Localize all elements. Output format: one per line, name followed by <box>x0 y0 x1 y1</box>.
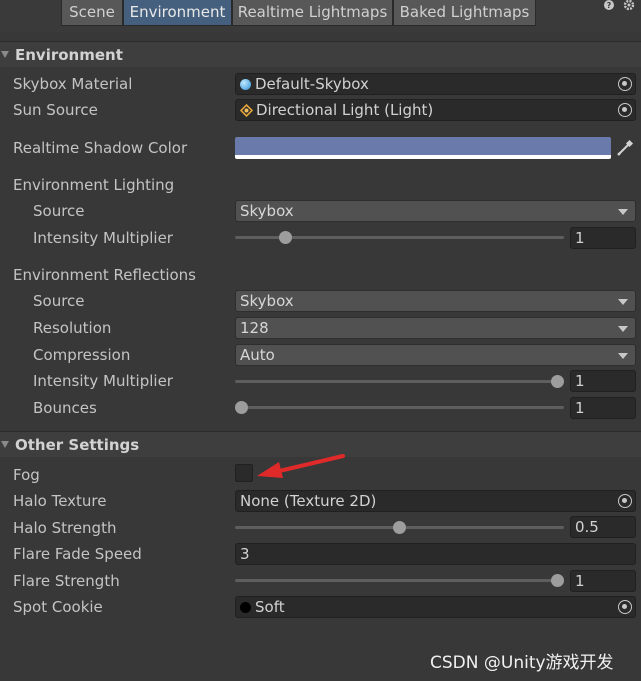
material-icon <box>240 79 251 90</box>
chevron-down-icon <box>618 353 628 359</box>
lighting-intensity-label: Intensity Multiplier <box>33 229 173 247</box>
sun-source-field[interactable]: Directional Light (Light) <box>235 99 636 121</box>
object-picker-icon[interactable] <box>618 103 632 117</box>
color-swatch[interactable] <box>235 137 611 155</box>
realtime-shadow-color-label: Realtime Shadow Color <box>13 139 188 157</box>
tab-scene[interactable]: Scene <box>61 0 123 26</box>
bounces-slider[interactable] <box>235 406 564 409</box>
chevron-down-icon <box>618 299 628 305</box>
spot-cookie-value: Soft <box>255 598 285 616</box>
fog-label: Fog <box>13 466 40 484</box>
slider-thumb[interactable] <box>551 574 564 587</box>
other-settings-header-label: Other Settings <box>15 436 140 454</box>
flare-strength-label: Flare Strength <box>13 572 120 590</box>
halo-texture-value: None (Texture 2D) <box>240 492 377 510</box>
slider-thumb[interactable] <box>393 521 406 534</box>
resolution-dropdown[interactable]: 128 <box>235 317 636 339</box>
reflection-source-value: Skybox <box>240 292 294 310</box>
lighting-source-label: Source <box>33 202 85 220</box>
help-icon[interactable]: ? <box>602 0 616 14</box>
resolution-value: 128 <box>240 319 269 337</box>
halo-strength-input[interactable]: 0.5 <box>570 516 636 538</box>
reflection-source-label: Source <box>33 292 85 310</box>
environment-lighting-label: Environment Lighting <box>13 176 175 194</box>
chevron-down-icon <box>618 326 628 332</box>
foldout-arrow-icon[interactable] <box>1 51 9 58</box>
sun-source-label: Sun Source <box>13 101 98 119</box>
reflection-intensity-label: Intensity Multiplier <box>33 372 173 390</box>
reflection-intensity-slider[interactable] <box>235 380 564 383</box>
lighting-source-dropdown[interactable]: Skybox <box>235 200 636 222</box>
compression-label: Compression <box>33 346 131 364</box>
environment-reflections-label: Environment Reflections <box>13 266 196 284</box>
bounces-label: Bounces <box>33 399 97 417</box>
skybox-material-label: Skybox Material <box>13 75 133 93</box>
window-tab-bar: Scene Environment Realtime Lightmaps Bak… <box>0 0 641 32</box>
svg-text:?: ? <box>607 1 612 10</box>
object-picker-icon[interactable] <box>618 494 632 508</box>
texture-icon <box>240 602 251 613</box>
realtime-shadow-color-field[interactable] <box>235 137 611 159</box>
environment-header-label: Environment <box>15 46 123 64</box>
reflection-intensity-input[interactable]: 1 <box>570 370 636 392</box>
settings-icon[interactable] <box>622 0 636 14</box>
alpha-bar <box>235 155 611 159</box>
slider-thumb[interactable] <box>235 401 248 414</box>
tab-environment[interactable]: Environment <box>123 0 232 26</box>
skybox-material-field[interactable]: Default-Skybox <box>235 73 636 95</box>
watermark: CSDN @Unity游戏开发 <box>430 653 614 673</box>
sun-source-value: Directional Light (Light) <box>256 101 434 119</box>
flare-strength-slider[interactable] <box>235 579 564 582</box>
object-picker-icon[interactable] <box>618 600 632 614</box>
flare-strength-input[interactable]: 1 <box>570 570 636 592</box>
spot-cookie-label: Spot Cookie <box>13 598 103 616</box>
halo-texture-field[interactable]: None (Texture 2D) <box>235 490 636 512</box>
halo-texture-label: Halo Texture <box>13 492 107 510</box>
environment-section-header[interactable]: Environment <box>0 41 641 67</box>
halo-strength-label: Halo Strength <box>13 519 117 537</box>
flare-fade-speed-input[interactable]: 3 <box>235 543 636 565</box>
light-icon <box>239 103 254 118</box>
compression-value: Auto <box>240 346 275 364</box>
lighting-intensity-input[interactable]: 1 <box>570 227 636 249</box>
object-picker-icon[interactable] <box>618 77 632 91</box>
slider-thumb[interactable] <box>551 375 564 388</box>
foldout-arrow-icon[interactable] <box>1 441 9 448</box>
eyedropper-icon[interactable] <box>614 137 636 159</box>
skybox-material-value: Default-Skybox <box>255 75 369 93</box>
resolution-label: Resolution <box>33 319 112 337</box>
flare-fade-speed-label: Flare Fade Speed <box>13 545 142 563</box>
lighting-source-value: Skybox <box>240 202 294 220</box>
tab-baked-lightmaps[interactable]: Baked Lightmaps <box>393 0 536 26</box>
tab-realtime-lightmaps[interactable]: Realtime Lightmaps <box>232 0 393 26</box>
annotation-arrow-icon <box>257 454 345 478</box>
chevron-down-icon <box>618 209 628 215</box>
slider-thumb[interactable] <box>279 231 293 244</box>
fog-checkbox[interactable] <box>235 464 253 482</box>
compression-dropdown[interactable]: Auto <box>235 344 636 366</box>
spot-cookie-field[interactable]: Soft <box>235 596 636 618</box>
reflection-source-dropdown[interactable]: Skybox <box>235 290 636 312</box>
bounces-input[interactable]: 1 <box>570 397 636 419</box>
